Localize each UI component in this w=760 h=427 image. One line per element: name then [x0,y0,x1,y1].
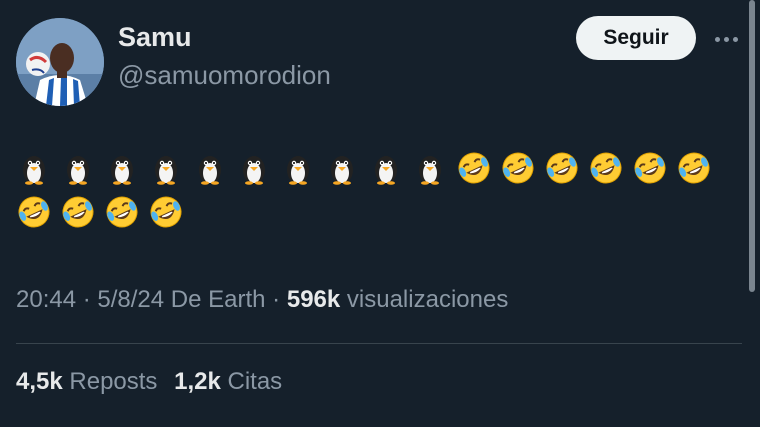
penguin-emoji-icon [419,156,441,185]
penguin-emoji-icon [67,156,89,185]
emoji-row [16,194,736,230]
rolling-on-floor-laughing-emoji-icon [634,152,666,184]
quotes-count: 1,2k [174,368,221,395]
avatar-photo [16,18,104,106]
emoji-row [16,150,736,186]
penguin-emoji-icon [111,156,133,185]
rolling-on-floor-laughing-emoji-icon [458,152,490,184]
divider [16,343,742,344]
penguin-emoji-icon [375,156,397,185]
rolling-on-floor-laughing-emoji-icon [590,152,622,184]
tweet-time[interactable]: 20:44 [16,286,76,313]
penguin-emoji-icon [243,156,265,185]
quotes-label: Citas [220,368,283,395]
rolling-on-floor-laughing-emoji-icon [546,152,578,184]
rolling-on-floor-laughing-emoji-icon [62,196,94,228]
follow-button[interactable]: Seguir [576,16,696,60]
rolling-on-floor-laughing-emoji-icon [502,152,534,184]
views-label: visualizaciones [340,286,509,313]
more-options-icon[interactable] [708,24,744,54]
penguin-emoji-icon [331,156,353,185]
tweet-stats: 4,5k Reposts 1,2k Citas [16,368,282,396]
rolling-on-floor-laughing-emoji-icon [678,152,710,184]
reposts-label: Reposts [62,368,158,395]
rolling-on-floor-laughing-emoji-icon [106,196,138,228]
penguin-emoji-icon [287,156,309,185]
meta-separator: · [265,286,287,313]
views-count: 596k [286,286,341,313]
penguin-emoji-icon [23,156,45,185]
meta-separator: · [76,286,98,313]
rolling-on-floor-laughing-emoji-icon [150,196,182,228]
avatar[interactable] [16,18,104,106]
tweet-date[interactable]: 5/8/24 [97,286,164,313]
tweet-card: Samu @samuomorodion Seguir 20:44 · 5/8/2… [0,0,760,427]
penguin-emoji-icon [155,156,177,185]
reposts-stat[interactable]: 4,5k Reposts [16,368,157,395]
author-display-name[interactable]: Samu [118,22,192,53]
tweet-text [16,150,736,238]
scrollbar[interactable] [749,0,755,292]
author-handle[interactable]: @samuomorodion [118,60,331,91]
tweet-meta: 20:44 · 5/8/24 De Earth · 596k visualiza… [16,286,508,314]
quotes-stat[interactable]: 1,2k Citas [174,368,282,395]
penguin-emoji-icon [199,156,221,185]
reposts-count: 4,5k [16,368,63,395]
tweet-source: De Earth [164,286,266,313]
rolling-on-floor-laughing-emoji-icon [18,196,50,228]
